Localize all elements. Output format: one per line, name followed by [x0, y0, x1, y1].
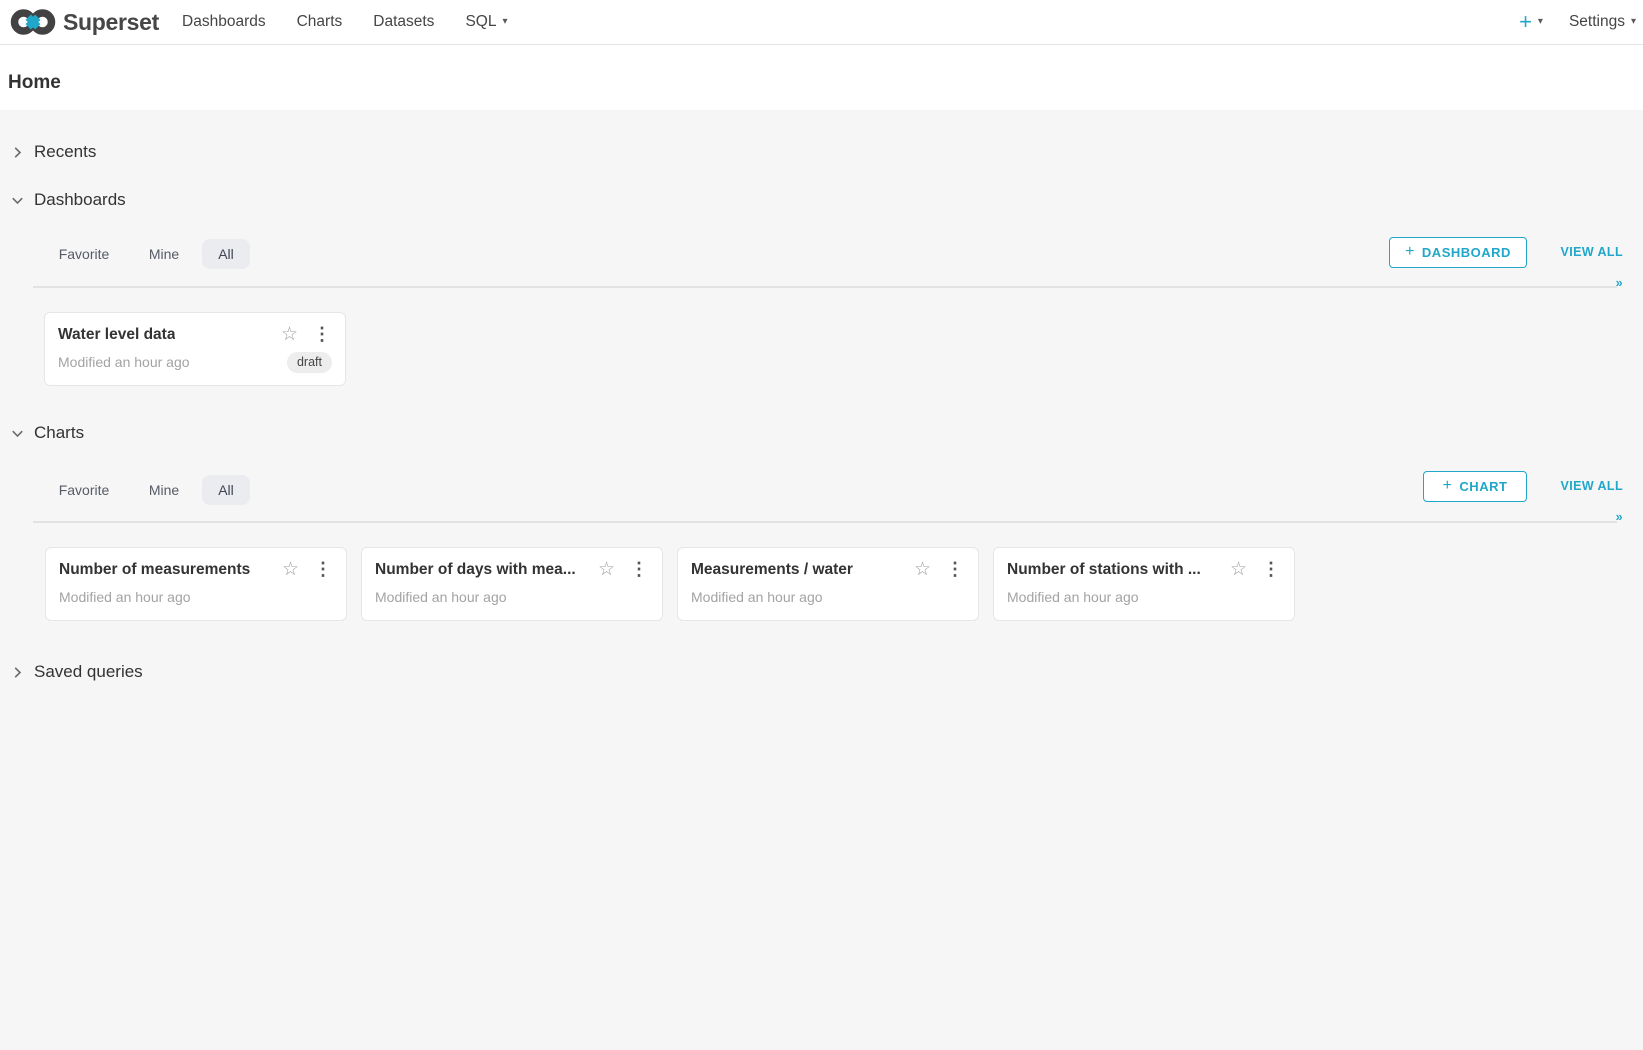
new-item-menu-button[interactable]: + ▾ — [1519, 11, 1543, 33]
caret-down-icon: ▾ — [502, 17, 507, 27]
dashboard-card[interactable]: Water level data ☆ ⋮ Modified an hour ag… — [44, 312, 346, 386]
draft-status-badge: draft — [287, 352, 332, 373]
nav-dashboards[interactable]: Dashboards — [182, 13, 266, 31]
dashboards-tab-favorite[interactable]: Favorite — [58, 239, 110, 269]
navbar-right: + ▾ Settings ▾ — [1519, 11, 1639, 33]
caret-down-icon: ▾ — [1538, 17, 1543, 27]
section-title-saved-queries: Saved queries — [34, 662, 143, 682]
section-title-charts: Charts — [34, 423, 84, 443]
nav-charts[interactable]: Charts — [297, 13, 343, 31]
card-modified-text: Modified an hour ago — [691, 589, 823, 605]
superset-brand-name: Superset — [63, 9, 159, 36]
chart-card-title: Number of measurements — [59, 561, 250, 579]
charts-tab-mine[interactable]: Mine — [142, 475, 186, 505]
favorite-star-icon[interactable]: ☆ — [282, 558, 299, 581]
settings-menu-button[interactable]: Settings ▾ — [1569, 13, 1636, 31]
chevron-down-icon — [10, 193, 25, 208]
section-toggle-recents[interactable]: Recents — [10, 140, 96, 164]
chevron-down-icon — [10, 426, 25, 441]
kebab-menu-icon[interactable]: ⋮ — [630, 559, 648, 580]
dashboards-view-all-link[interactable]: VIEW ALL » — [1553, 237, 1623, 268]
top-navbar: Superset Dashboards Charts Datasets SQL … — [0, 0, 1643, 45]
plus-icon: + — [1519, 11, 1532, 33]
plus-icon: + — [1443, 477, 1453, 495]
section-toggle-dashboards[interactable]: Dashboards — [10, 188, 126, 212]
chart-card[interactable]: Number of measurements ☆ ⋮ Modified an h… — [45, 547, 347, 621]
favorite-star-icon[interactable]: ☆ — [598, 558, 615, 581]
new-chart-button-label: CHART — [1459, 479, 1507, 494]
chart-card[interactable]: Number of days with mea... ☆ ⋮ Modified … — [361, 547, 663, 621]
section-toggle-charts[interactable]: Charts — [10, 421, 84, 445]
dashboards-tab-all[interactable]: All — [202, 239, 250, 269]
chart-card-title: Number of days with mea... — [375, 561, 576, 579]
superset-logo[interactable]: Superset — [10, 7, 159, 37]
section-divider — [33, 521, 1617, 523]
charts-view-all-link[interactable]: VIEW ALL » — [1553, 471, 1623, 502]
nav-sql-label: SQL — [465, 13, 496, 31]
dashboard-card-title: Water level data — [58, 326, 175, 344]
chevron-right-icon — [10, 145, 25, 160]
charts-tab-favorite[interactable]: Favorite — [58, 475, 110, 505]
main-nav: Dashboards Charts Datasets SQL ▾ — [182, 13, 507, 31]
new-dashboard-button-label: DASHBOARD — [1422, 245, 1511, 260]
card-modified-text: Modified an hour ago — [1007, 589, 1139, 605]
chevron-right-icon — [10, 665, 25, 680]
chart-card-title: Number of stations with ... — [1007, 561, 1201, 579]
home-content: Recents Dashboards Favorite Mine All + D… — [0, 110, 1643, 1050]
page-title: Home — [8, 72, 61, 94]
settings-label: Settings — [1569, 13, 1625, 31]
dashboards-tab-mine[interactable]: Mine — [142, 239, 186, 269]
nav-datasets[interactable]: Datasets — [373, 13, 434, 31]
section-toggle-saved-queries[interactable]: Saved queries — [10, 660, 143, 684]
chart-card[interactable]: Measurements / water ☆ ⋮ Modified an hou… — [677, 547, 979, 621]
superset-home-screen: Superset Dashboards Charts Datasets SQL … — [0, 0, 1643, 1050]
chart-card[interactable]: Number of stations with ... ☆ ⋮ Modified… — [993, 547, 1295, 621]
superset-infinity-icon — [10, 7, 56, 37]
favorite-star-icon[interactable]: ☆ — [914, 558, 931, 581]
nav-sql-menu[interactable]: SQL ▾ — [465, 13, 507, 31]
new-chart-button[interactable]: + CHART — [1423, 471, 1527, 502]
caret-down-icon: ▾ — [1631, 17, 1636, 27]
card-modified-text: Modified an hour ago — [375, 589, 507, 605]
charts-tab-all[interactable]: All — [202, 475, 250, 505]
card-modified-text: Modified an hour ago — [58, 354, 190, 370]
plus-icon: + — [1405, 243, 1415, 261]
kebab-menu-icon[interactable]: ⋮ — [313, 324, 331, 345]
kebab-menu-icon[interactable]: ⋮ — [946, 559, 964, 580]
section-title-recents: Recents — [34, 142, 96, 162]
favorite-star-icon[interactable]: ☆ — [1230, 558, 1247, 581]
section-title-dashboards: Dashboards — [34, 190, 126, 210]
chart-card-title: Measurements / water — [691, 561, 853, 579]
new-dashboard-button[interactable]: + DASHBOARD — [1389, 237, 1527, 268]
section-divider — [33, 286, 1617, 288]
card-modified-text: Modified an hour ago — [59, 589, 191, 605]
kebab-menu-icon[interactable]: ⋮ — [1262, 559, 1280, 580]
title-band: Home — [0, 45, 1643, 110]
favorite-star-icon[interactable]: ☆ — [281, 323, 298, 346]
kebab-menu-icon[interactable]: ⋮ — [314, 559, 332, 580]
